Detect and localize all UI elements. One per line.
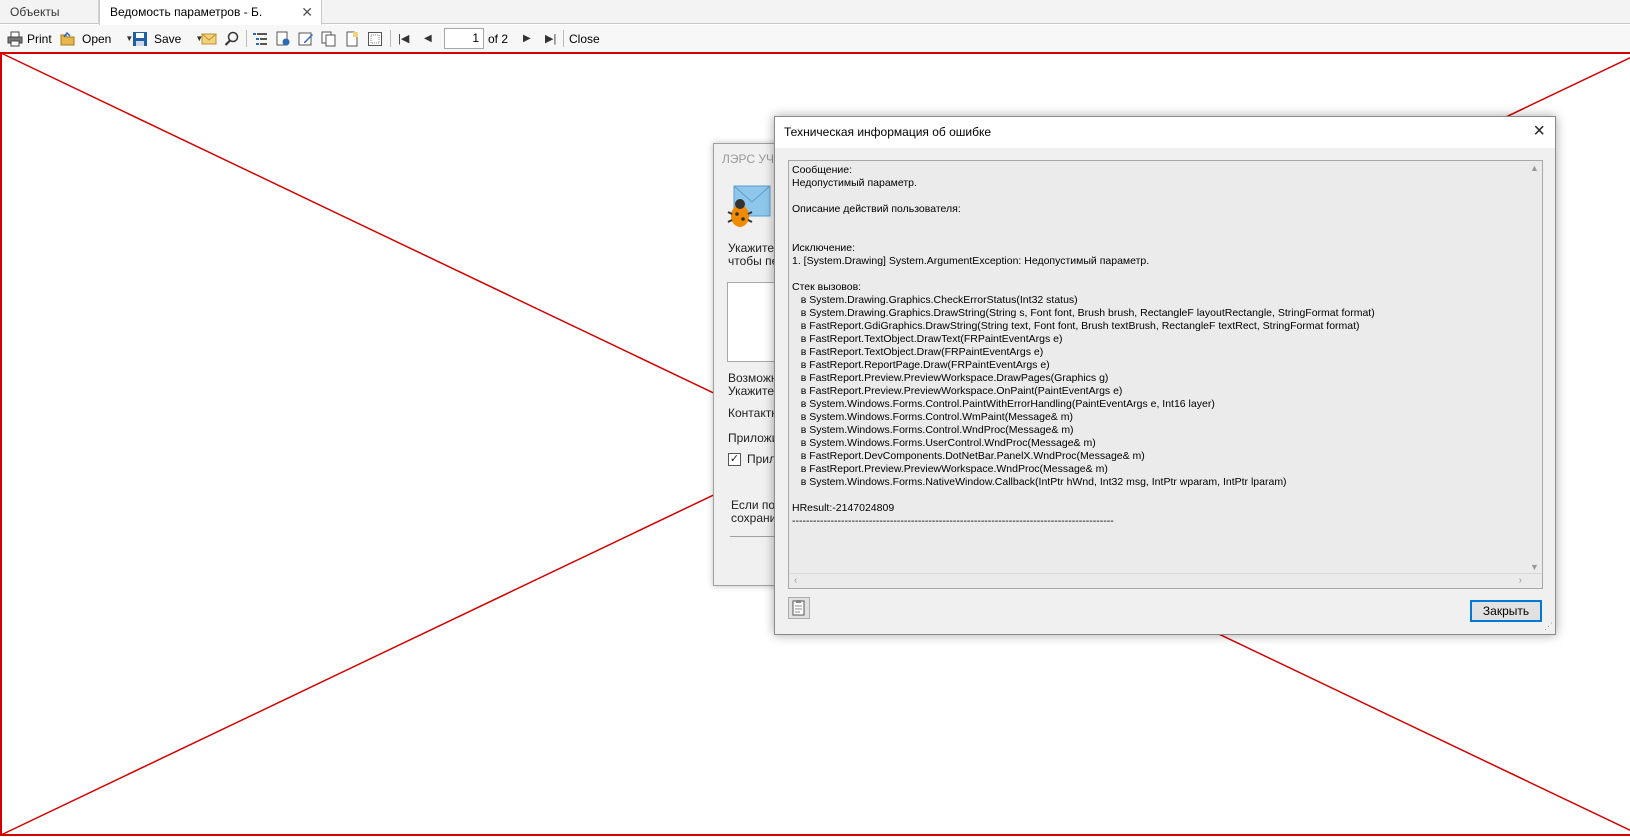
find-button[interactable] bbox=[224, 25, 240, 52]
copy-to-clipboard-button[interactable] bbox=[788, 597, 810, 619]
frame-icon bbox=[368, 31, 382, 46]
bg-text: сохрани bbox=[731, 511, 777, 525]
page-settings-icon bbox=[276, 31, 290, 45]
toolbar-separator bbox=[390, 30, 391, 47]
floppy-disk-icon bbox=[133, 31, 147, 46]
scroll-left-icon[interactable]: ‹ bbox=[794, 575, 797, 586]
open-label: Open bbox=[82, 31, 112, 46]
dialog-title: Техническая информация об ошибке bbox=[784, 125, 992, 139]
prev-page-button[interactable]: ◀ bbox=[424, 25, 432, 52]
clipboard-icon bbox=[792, 600, 805, 616]
outline-button[interactable] bbox=[252, 25, 268, 52]
last-page-button[interactable]: ▶| bbox=[545, 25, 556, 52]
close-button[interactable]: Закрыть bbox=[1470, 600, 1542, 622]
next-page-icon: ▶ bbox=[523, 33, 531, 44]
save-button[interactable]: Save ▼ bbox=[132, 25, 203, 52]
bg-text: чтобы пе bbox=[728, 254, 779, 268]
bg-text: Укажите bbox=[728, 384, 775, 398]
first-page-button[interactable]: |◀ bbox=[398, 25, 409, 52]
new-page-button[interactable] bbox=[344, 25, 360, 52]
printer-icon bbox=[7, 31, 23, 46]
page-of-label: of 2 bbox=[488, 31, 509, 46]
bg-text: Приложи bbox=[728, 431, 779, 445]
toolbar-separator bbox=[246, 30, 247, 47]
last-page-icon: ▶| bbox=[545, 33, 557, 45]
prev-page-icon: ◀ bbox=[424, 33, 432, 44]
email-button[interactable] bbox=[201, 25, 217, 52]
page-count: of 2 bbox=[488, 25, 508, 52]
error-details-dialog: Техническая информация об ошибке × Сообщ… bbox=[774, 116, 1556, 635]
envelope-icon bbox=[201, 33, 217, 44]
bg-text: Контактн bbox=[728, 406, 778, 420]
watermark-button[interactable] bbox=[367, 25, 383, 52]
bg-text: Возможн bbox=[728, 371, 778, 385]
page-number-value: 1 bbox=[472, 31, 479, 45]
vertical-scrollbar[interactable]: ▲ ▼ bbox=[1527, 161, 1542, 574]
page-number-input[interactable]: 1 bbox=[444, 28, 484, 49]
toolbar-separator bbox=[563, 30, 564, 47]
dialog-titlebar: Техническая информация об ошибке × bbox=[775, 117, 1555, 148]
app-window: Объекты учета Ведомость параметров - Б. … bbox=[0, 0, 1630, 837]
scroll-up-icon[interactable]: ▲ bbox=[1530, 163, 1539, 173]
edit-page-button[interactable] bbox=[298, 25, 314, 52]
folder-open-icon bbox=[60, 31, 75, 45]
outline-icon bbox=[253, 32, 267, 45]
print-label: Print bbox=[27, 31, 52, 46]
copy-page-button[interactable] bbox=[321, 25, 337, 52]
print-button[interactable]: Print bbox=[7, 25, 52, 52]
magnifier-icon bbox=[224, 31, 239, 46]
bg-text: Если по bbox=[731, 498, 776, 512]
bg-text: Укажите bbox=[728, 241, 775, 255]
close-preview-button[interactable]: Close bbox=[569, 25, 600, 52]
new-page-icon bbox=[346, 31, 358, 46]
preview-toolbar: Print Open ▼ Save ▼ |◀ ◀ 1 of 2 ▶ ▶| Clo… bbox=[0, 25, 1630, 52]
save-label: Save bbox=[154, 31, 182, 46]
resize-grip-icon[interactable]: ⋰ bbox=[1544, 621, 1553, 632]
attach-checkbox[interactable]: ✓ bbox=[728, 453, 741, 466]
bug-mail-icon bbox=[727, 185, 771, 227]
attach-checkbox-label: Прил bbox=[747, 452, 777, 466]
copy-page-icon bbox=[321, 31, 336, 46]
tab-close-icon[interactable]: ✕ bbox=[301, 0, 313, 24]
tab-accounting-objects[interactable]: Объекты учета bbox=[0, 0, 99, 43]
open-button[interactable]: Open ▼ bbox=[60, 25, 133, 52]
next-page-button[interactable]: ▶ bbox=[523, 25, 531, 52]
first-page-icon: |◀ bbox=[398, 33, 410, 45]
error-details-textbox[interactable]: Сообщение: Недопустимый параметр. Описан… bbox=[788, 160, 1543, 589]
tab-strip: Объекты учета Ведомость параметров - Б. … bbox=[0, 0, 1630, 43]
scroll-right-icon[interactable]: › bbox=[1519, 575, 1522, 586]
tab-parameters-report[interactable]: Ведомость параметров - Б. Зеленин ✕ bbox=[99, 0, 322, 43]
page-setup-button[interactable] bbox=[275, 25, 291, 52]
close-label: Close bbox=[569, 31, 600, 46]
horizontal-scrollbar[interactable]: ‹ › bbox=[789, 573, 1542, 588]
edit-page-icon bbox=[298, 32, 313, 45]
error-details-text: Сообщение: Недопустимый параметр. Описан… bbox=[792, 164, 1375, 527]
scroll-down-icon[interactable]: ▼ bbox=[1530, 562, 1539, 572]
close-icon[interactable]: × bbox=[1533, 120, 1545, 142]
